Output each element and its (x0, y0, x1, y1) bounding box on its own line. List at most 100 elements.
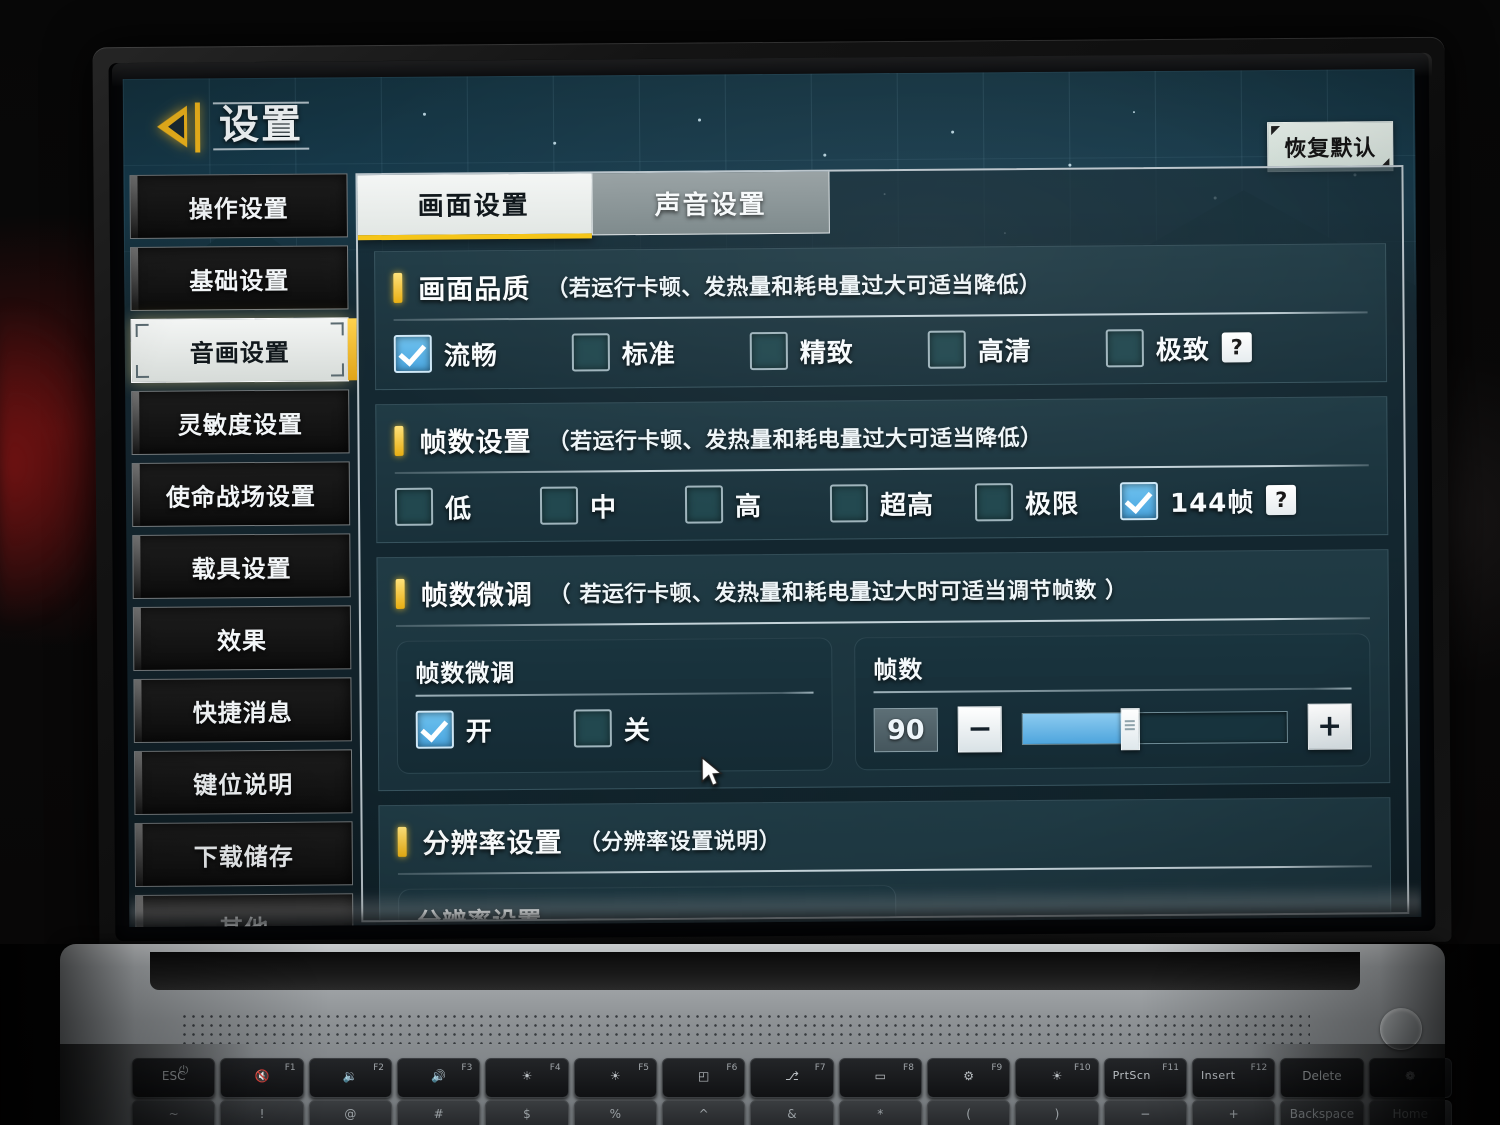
section-title: 分辨率设置 (422, 827, 563, 860)
increment-button[interactable]: + (1307, 703, 1352, 750)
option-fps-high[interactable]: 高 (684, 485, 830, 524)
keyboard-key[interactable]: + (1191, 1100, 1276, 1125)
screen-header: 设置 (156, 102, 310, 153)
keyboard-key[interactable]: Delete (1280, 1058, 1364, 1098)
option-fps-low[interactable]: 低 (394, 487, 540, 526)
card-divider (873, 687, 1352, 694)
keyboard-key[interactable]: Backspace (1280, 1100, 1364, 1125)
option-label: 开 (465, 716, 493, 747)
keyboard-key[interactable]: 🔇 F1 (220, 1058, 304, 1098)
keyboard-key[interactable]: ⎇ F7 (750, 1058, 834, 1098)
option-label: 精致 (799, 337, 854, 369)
checkbox-unchecked[interactable] (927, 330, 966, 369)
sidebar-item-operation[interactable]: 操作设置 (129, 173, 348, 240)
framerate-slider-row: 90 − + (873, 703, 1352, 753)
sidebar-item-quick-message[interactable]: 快捷消息 (133, 677, 352, 744)
screenshot-stage: 设置 恢复默认 操作设置 基础设置 音画设置 灵敏度设置 使命战场设置 载具设置… (0, 0, 1500, 1125)
checkbox-unchecked[interactable] (974, 483, 1014, 522)
keyboard-key[interactable]: ◰ F6 (661, 1058, 746, 1098)
tab-display-settings[interactable]: 画面设置 (355, 171, 592, 241)
sidebar-item-download-storage[interactable]: 下载储存 (134, 821, 354, 888)
settings-sidebar[interactable]: 操作设置 基础设置 音画设置 灵敏度设置 使命战场设置 载具设置 效果 快捷消息… (129, 173, 354, 928)
checkbox-checked[interactable] (393, 334, 433, 373)
keyboard-key[interactable]: ) (1015, 1100, 1099, 1125)
power-button[interactable] (1380, 1008, 1422, 1050)
keyboard-key[interactable]: 🔉 F2 (308, 1058, 392, 1098)
checkbox-checked[interactable] (415, 710, 454, 749)
keyboard-key[interactable]: ( (926, 1100, 1011, 1125)
slider-handle[interactable] (1120, 708, 1140, 751)
keyboard-key[interactable]: # (396, 1100, 481, 1125)
checkbox-unchecked[interactable] (394, 487, 434, 526)
tab-bar[interactable]: 画面设置 声音设置 (355, 169, 830, 241)
checkbox-unchecked[interactable] (573, 709, 612, 748)
decrement-button[interactable]: − (957, 706, 1003, 753)
section-header: 画面品质 （若运行卡顿、发热量和耗电量过大可适当降低） (393, 254, 1367, 317)
keyboard-key[interactable]: @ (308, 1100, 392, 1125)
option-quality-hd[interactable]: 高清 (927, 329, 1106, 369)
sidebar-item-effects[interactable]: 效果 (132, 605, 352, 672)
sidebar-item-label: 键位说明 (193, 770, 294, 800)
sidebar-item-label: 音画设置 (189, 338, 290, 368)
section-marker-icon (395, 578, 405, 609)
keyboard-key[interactable]: − (1103, 1100, 1187, 1125)
keyboard-key[interactable]: * (838, 1100, 922, 1125)
card-title: 帧数 (873, 655, 924, 685)
keyboard-key[interactable]: & (750, 1100, 834, 1125)
sidebar-item-audio-video[interactable]: 音画设置 (130, 317, 350, 384)
checkbox-checked[interactable] (1119, 481, 1159, 521)
keyboard-key[interactable]: ☀ F4 (485, 1058, 569, 1098)
keyboard-key[interactable]: ! (220, 1100, 304, 1125)
panel-body: 画面品质 （若运行卡顿、发热量和耗电量过大可适当降低） 流畅 标准 精致 高清 … (358, 229, 1407, 923)
checkbox-unchecked[interactable] (829, 484, 869, 523)
keyboard-key[interactable]: Insert F12 (1191, 1058, 1276, 1098)
sidebar-item-key-guide[interactable]: 键位说明 (133, 749, 353, 816)
section-title: 帧数微调 (420, 579, 533, 612)
option-fps-ultra-high[interactable]: 超高 (829, 483, 975, 523)
option-fps-medium[interactable]: 中 (539, 486, 685, 525)
tab-label: 声音设置 (654, 189, 767, 221)
option-quality-fine[interactable]: 精致 (749, 331, 928, 371)
keyboard-number-row[interactable]: ~! @ # $% ^ & * () − + Backspace Home (132, 1100, 1452, 1125)
help-icon[interactable]: ? (1221, 332, 1252, 363)
keyboard-key[interactable]: ~ (132, 1100, 216, 1125)
help-icon[interactable]: ? (1266, 484, 1297, 516)
keyboard-key[interactable]: ⚙ F9 (926, 1058, 1011, 1098)
keyboard-key[interactable]: Home (1368, 1100, 1452, 1125)
framerate-slider-track[interactable] (1022, 708, 1288, 751)
sidebar-item-sensitivity[interactable]: 灵敏度设置 (131, 389, 350, 456)
sidebar-item-vehicle[interactable]: 载具设置 (132, 533, 351, 600)
checkbox-unchecked[interactable] (571, 333, 610, 372)
keyboard-key[interactable]: % (573, 1100, 657, 1125)
keyboard-key[interactable]: 🔊 F3 (396, 1058, 481, 1098)
option-finetune-off[interactable]: 关 (573, 709, 651, 748)
sidebar-item-basic[interactable]: 基础设置 (130, 245, 349, 312)
option-finetune-on[interactable]: 开 (415, 710, 574, 749)
corner-mark (135, 323, 149, 337)
keyboard-key[interactable]: ☀ F5 (573, 1058, 657, 1098)
option-quality-standard[interactable]: 标准 (571, 332, 750, 372)
keyboard-key[interactable]: ❁ (1368, 1058, 1452, 1098)
keyboard-key[interactable]: ☀ F10 (1015, 1058, 1099, 1098)
keyboard-key[interactable]: ^ (661, 1100, 746, 1125)
checkbox-unchecked[interactable] (539, 486, 579, 525)
option-quality-ultra[interactable]: 极致 ? (1105, 328, 1252, 368)
checkbox-unchecked[interactable] (684, 485, 724, 524)
back-arrow-icon[interactable] (156, 102, 203, 153)
option-label: 超高 (879, 490, 935, 521)
keyboard-key[interactable]: ▭ F8 (838, 1058, 922, 1098)
option-fps-extreme[interactable]: 极限 (974, 482, 1120, 522)
tab-sound-settings[interactable]: 声音设置 (591, 169, 830, 236)
speaker-grille (180, 1012, 1310, 1044)
key-fn-label: F7 (814, 1063, 826, 1073)
keyboard-key[interactable]: $ (485, 1100, 569, 1125)
checkbox-unchecked[interactable] (1105, 329, 1144, 368)
keyboard-key[interactable]: PrtScn F11 (1103, 1058, 1187, 1098)
sidebar-item-battlefield[interactable]: 使命战场设置 (131, 461, 351, 528)
slider-fill (1023, 713, 1129, 745)
section-picture-quality: 画面品质 （若运行卡顿、发热量和耗电量过大可适当降低） 流畅 标准 精致 高清 … (374, 243, 1388, 391)
keyboard-key[interactable]: ESC ⏻ (132, 1058, 216, 1098)
option-fps-144[interactable]: 144帧 ? (1119, 481, 1297, 521)
checkbox-unchecked[interactable] (749, 331, 788, 371)
option-quality-smooth[interactable]: 流畅 (393, 334, 572, 373)
